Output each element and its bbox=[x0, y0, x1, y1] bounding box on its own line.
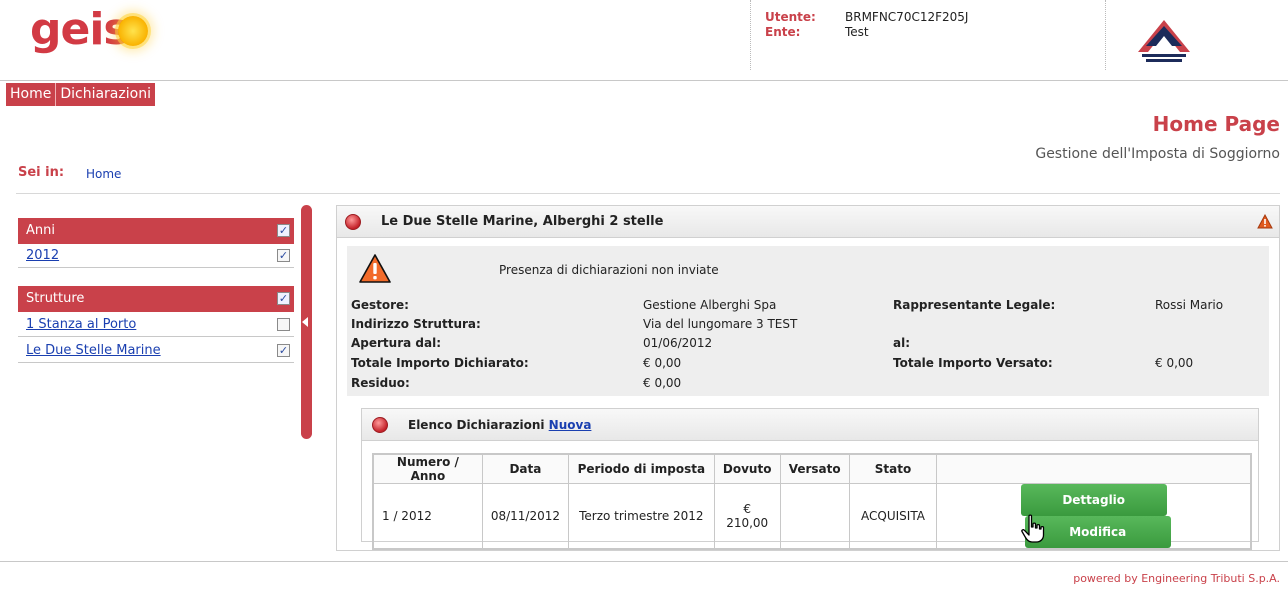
footer-credit: powered by Engineering Tributi S.p.A. bbox=[1073, 572, 1280, 585]
declarations-panel: Elenco Dichiarazioni Nuova Numero / Anno… bbox=[361, 408, 1259, 550]
apertura-label: Apertura dal: bbox=[351, 336, 442, 350]
filter-item-stanza-porto-link[interactable]: 1 Stanza al Porto bbox=[26, 317, 136, 332]
ente-value: Test bbox=[845, 25, 869, 39]
structure-panel-header: Le Due Stelle Marine, Alberghi 2 stelle bbox=[337, 206, 1279, 238]
user-info: Utente: BRMFNC70C12F205J Ente: Test bbox=[750, 0, 1106, 70]
footer-divider bbox=[0, 561, 1288, 562]
versato-label: Totale Importo Versato: bbox=[893, 356, 1053, 370]
col-dovuto: Dovuto bbox=[713, 454, 781, 484]
filter-item-due-stelle-link[interactable]: Le Due Stelle Marine bbox=[26, 343, 161, 358]
col-versato: Versato bbox=[779, 454, 850, 484]
logo-text: geis bbox=[30, 4, 130, 55]
filter-strutture-header: Strutture ✓ bbox=[18, 286, 294, 312]
user-label: Utente: bbox=[765, 10, 816, 24]
collapse-arrow-icon bbox=[302, 317, 308, 327]
filter-item-2012-link[interactable]: 2012 bbox=[26, 248, 59, 263]
col-numero: Numero / Anno bbox=[373, 454, 483, 484]
col-data: Data bbox=[481, 454, 569, 484]
filter-strutture-title: Strutture bbox=[26, 291, 85, 306]
indirizzo-label: Indirizzo Struttura: bbox=[351, 317, 481, 331]
filter-item-due-stelle: Le Due Stelle Marine ✓ bbox=[18, 339, 294, 363]
new-declaration-link[interactable]: Nuova bbox=[549, 418, 592, 432]
cell-dovuto: € 210,00 bbox=[713, 483, 781, 549]
residuo-value: € 0,00 bbox=[643, 376, 682, 390]
table-row: 1 / 2012 08/11/2012 Terzo trimestre 2012… bbox=[373, 483, 1251, 549]
filter-item-stanza-porto: 1 Stanza al Porto bbox=[18, 313, 294, 337]
filter-item-2012: 2012 ✓ bbox=[18, 244, 294, 268]
geis-logo[interactable]: geis bbox=[30, 6, 170, 54]
cell-data: 08/11/2012 bbox=[481, 483, 569, 549]
filter-anni-all-checkbox[interactable]: ✓ bbox=[277, 224, 290, 237]
filter-item-stanza-porto-checkbox[interactable] bbox=[277, 318, 290, 331]
rappresentante-value: Rossi Mario bbox=[1155, 298, 1224, 312]
page-subtitle: Gestione dell'Imposta di Soggiorno bbox=[1035, 146, 1280, 162]
indirizzo-value: Via del lungomare 3 TEST bbox=[643, 317, 798, 331]
declarations-header: Elenco Dichiarazioni Nuova bbox=[362, 409, 1258, 441]
rappresentante-label: Rappresentante Legale: bbox=[893, 298, 1056, 312]
panel-collapse-handle[interactable] bbox=[301, 205, 312, 439]
filter-strutture-all-checkbox[interactable]: ✓ bbox=[277, 292, 290, 305]
cell-versato bbox=[779, 483, 850, 549]
breadcrumb-label: Sei in: bbox=[18, 165, 65, 180]
structure-panel: Le Due Stelle Marine, Alberghi 2 stelle … bbox=[336, 205, 1280, 551]
cell-numero: 1 / 2012 bbox=[373, 483, 483, 549]
warning-large-icon bbox=[359, 254, 391, 283]
breadcrumb-home-link[interactable]: Home bbox=[86, 167, 121, 181]
apertura-value: 01/06/2012 bbox=[643, 336, 713, 350]
ente-label: Ente: bbox=[765, 25, 801, 39]
detail-button[interactable]: Dettaglio bbox=[1020, 484, 1167, 516]
declarations-table-wrap: Numero / Anno Data Periodo di imposta Do… bbox=[372, 453, 1252, 550]
page-title: Home Page bbox=[1152, 112, 1280, 136]
brand-triangle-icon bbox=[1138, 20, 1190, 62]
dichiarato-label: Totale Importo Dichiarato: bbox=[351, 356, 529, 370]
warning-message: Presenza di dichiarazioni non inviate bbox=[499, 263, 719, 277]
toggle-ball-icon[interactable] bbox=[345, 214, 361, 230]
filter-item-2012-checkbox[interactable]: ✓ bbox=[277, 249, 290, 262]
cell-actions: Dettaglio Modifica bbox=[936, 483, 1251, 549]
hand-cursor-icon bbox=[1021, 514, 1045, 543]
nav-dichiarazioni[interactable]: Dichiarazioni bbox=[56, 83, 155, 106]
filter-anni-header: Anni ✓ bbox=[18, 218, 294, 244]
col-periodo: Periodo di imposta bbox=[567, 454, 715, 484]
filter-anni-title: Anni bbox=[26, 223, 55, 238]
col-actions bbox=[936, 454, 1251, 484]
al-label: al: bbox=[893, 336, 911, 350]
content-divider bbox=[16, 193, 1280, 194]
col-stato: Stato bbox=[848, 454, 938, 484]
cell-stato: ACQUISITA bbox=[848, 483, 938, 549]
gestore-label: Gestore: bbox=[351, 298, 409, 312]
header-divider bbox=[0, 80, 1288, 81]
structure-title: Le Due Stelle Marine, Alberghi 2 stelle bbox=[381, 214, 664, 229]
filter-item-due-stelle-checkbox[interactable]: ✓ bbox=[277, 344, 290, 357]
warning-icon bbox=[1257, 214, 1273, 229]
user-value: BRMFNC70C12F205J bbox=[845, 10, 969, 24]
declarations-title: Elenco Dichiarazioni bbox=[408, 418, 545, 432]
gestore-value: Gestione Alberghi Spa bbox=[643, 298, 777, 312]
cell-periodo: Terzo trimestre 2012 bbox=[567, 483, 715, 549]
edit-button[interactable]: Modifica bbox=[1024, 516, 1171, 548]
structure-info: Presenza di dichiarazioni non inviate Ge… bbox=[347, 246, 1269, 396]
declarations-title-wrap: Elenco Dichiarazioni Nuova bbox=[408, 418, 591, 432]
versato-value: € 0,00 bbox=[1155, 356, 1194, 370]
declarations-table: Numero / Anno Data Periodo di imposta Do… bbox=[373, 454, 1251, 549]
dichiarato-value: € 0,00 bbox=[643, 356, 682, 370]
residuo-label: Residuo: bbox=[351, 376, 410, 390]
nav-home[interactable]: Home bbox=[6, 83, 57, 106]
table-header-row: Numero / Anno Data Periodo di imposta Do… bbox=[373, 454, 1251, 484]
top-nav: Home Dichiarazioni bbox=[6, 83, 155, 106]
sun-icon bbox=[118, 16, 148, 46]
declarations-ball-icon[interactable] bbox=[372, 417, 388, 433]
